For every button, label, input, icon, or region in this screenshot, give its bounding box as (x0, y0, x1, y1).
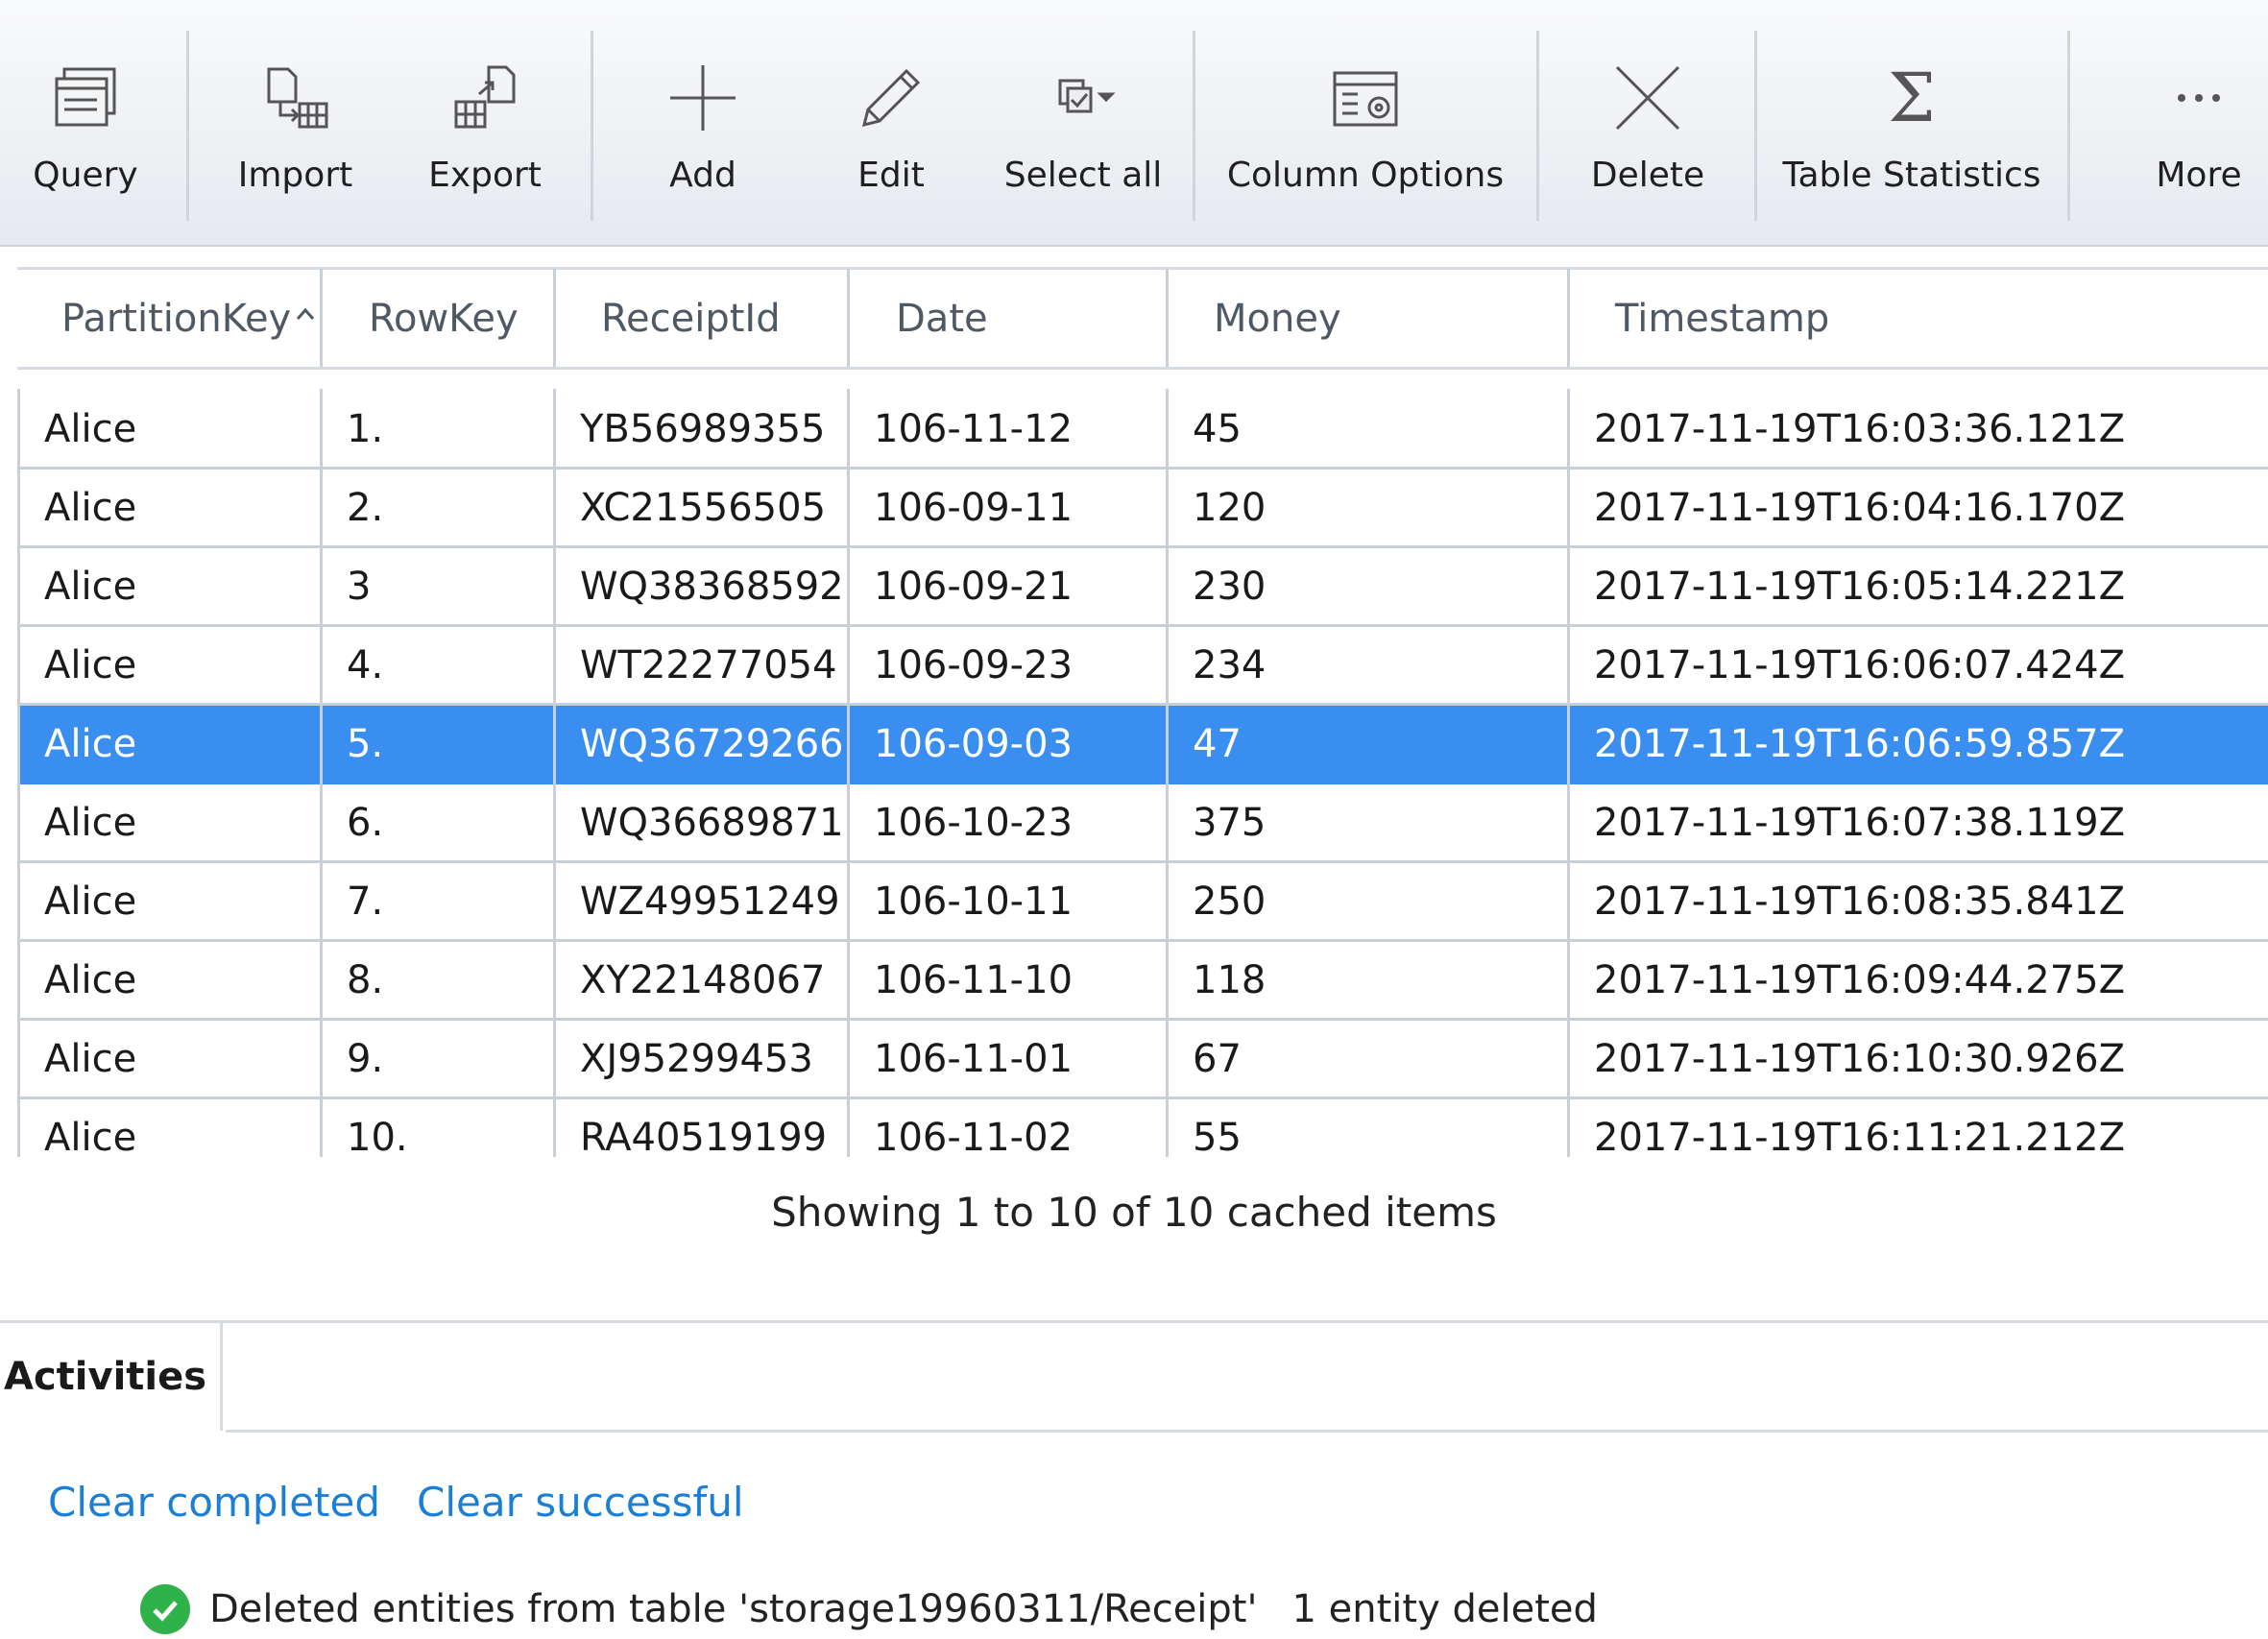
cell-partitionkey: Alice (44, 957, 137, 1002)
table-footer-status: Showing 1 to 10 of 10 cached items (771, 1189, 1497, 1236)
cell-rowkey: 4. (347, 642, 384, 687)
cell-partitionkey: Alice (44, 800, 137, 845)
activities-top-border (0, 1320, 2268, 1323)
table-row[interactable]: Alice 10. RA40519199 106-11-02 55 2017-11-19T… (17, 1099, 2268, 1157)
cell-rowkey: 6. (347, 800, 384, 845)
success-check-icon (140, 1584, 190, 1634)
cell-receiptid: WZ49951249 (580, 879, 840, 924)
cell-rowkey: 8. (347, 957, 384, 1002)
tab-activities-label: Activities (4, 1355, 207, 1399)
cell-money: 45 (1193, 406, 1242, 451)
activity-detail: 1 entity deleted (1291, 1587, 1598, 1631)
cell-timestamp: 2017-11-19T16:06:59.857Z (1594, 721, 2126, 766)
cell-receiptid: YB56989355 (580, 406, 826, 451)
cell-date: 106-09-21 (874, 564, 1074, 609)
table-row[interactable]: Alice 7. WZ49951249 106-10-11 250 2017-11-19T… (17, 863, 2268, 942)
table-body: Alice 1. YB56989355 106-11-12 45 2017-11-19T1… (0, 0, 2268, 1156)
table-row[interactable]: Alice 9. XJ95299453 106-11-01 67 2017-11-19T1… (17, 1021, 2268, 1099)
cell-rowkey: 7. (347, 879, 384, 924)
cell-partitionkey: Alice (44, 485, 137, 530)
cell-timestamp: 2017-11-19T16:03:36.121Z (1594, 406, 2126, 451)
table-row[interactable]: Alice 6. WQ36689871 106-10-23 375 2017-11-19T… (17, 784, 2268, 863)
clear-completed-link[interactable]: Clear completed (48, 1479, 380, 1526)
cell-date: 106-09-23 (874, 642, 1074, 687)
cell-partitionkey: Alice (44, 1036, 137, 1081)
cell-money: 375 (1193, 800, 1267, 845)
cell-receiptid: WQ38368592 (580, 564, 844, 609)
cell-receiptid: XJ95299453 (580, 1036, 813, 1081)
column-divider (1567, 389, 1570, 1157)
table-row[interactable]: Alice 4. WT22277054 106-09-23 234 2017-11-19T… (17, 627, 2268, 706)
cell-partitionkey: Alice (44, 1115, 137, 1157)
cell-date: 106-11-12 (874, 406, 1074, 451)
cell-money: 55 (1193, 1115, 1242, 1157)
cell-money: 47 (1193, 721, 1242, 766)
activity-entry: Deleted entities from table 'storage1996… (140, 1584, 1598, 1634)
cell-date: 106-11-10 (874, 957, 1074, 1002)
cell-date: 106-09-03 (874, 721, 1074, 766)
cell-money: 230 (1193, 564, 1267, 609)
cell-timestamp: 2017-11-19T16:11:21.212Z (1594, 1115, 2126, 1157)
cell-partitionkey: Alice (44, 879, 137, 924)
activity-message: Deleted entities from table 'storage1996… (209, 1587, 1258, 1631)
cell-receiptid: XC21556505 (580, 485, 827, 530)
cell-date: 106-09-11 (874, 485, 1074, 530)
cell-rowkey: 9. (347, 1036, 384, 1081)
cell-timestamp: 2017-11-19T16:06:07.424Z (1594, 642, 2126, 687)
cell-partitionkey: Alice (44, 642, 137, 687)
cell-rowkey: 3 (347, 564, 372, 609)
cell-timestamp: 2017-11-19T16:04:16.170Z (1594, 485, 2126, 530)
cell-timestamp: 2017-11-19T16:10:30.926Z (1594, 1036, 2126, 1081)
tab-activities[interactable]: Activities (0, 1323, 223, 1431)
cell-money: 234 (1193, 642, 1267, 687)
cell-rowkey: 2. (347, 485, 384, 530)
cell-money: 67 (1193, 1036, 1242, 1081)
cell-date: 106-11-01 (874, 1036, 1074, 1081)
cell-timestamp: 2017-11-19T16:07:38.119Z (1594, 800, 2126, 845)
cell-receiptid: RA40519199 (580, 1115, 828, 1157)
cell-rowkey: 5. (347, 721, 384, 766)
cell-money: 118 (1193, 957, 1267, 1002)
table-row[interactable]: Alice 1. YB56989355 106-11-12 45 2017-11-19T1… (17, 391, 2268, 470)
column-divider (553, 389, 556, 1157)
column-divider (320, 389, 323, 1157)
clear-successful-link[interactable]: Clear successful (417, 1479, 744, 1526)
column-divider (847, 389, 850, 1157)
cell-date: 106-10-23 (874, 800, 1074, 845)
cell-date: 106-11-02 (874, 1115, 1074, 1157)
cell-timestamp: 2017-11-19T16:08:35.841Z (1594, 879, 2126, 924)
cell-date: 106-10-11 (874, 879, 1074, 924)
cell-timestamp: 2017-11-19T16:05:14.221Z (1594, 564, 2126, 609)
column-divider (17, 389, 20, 1157)
cell-receiptid: XY22148067 (580, 957, 826, 1002)
activities-tab-underline (226, 1430, 2268, 1433)
cell-receiptid: WQ36689871 (580, 800, 844, 845)
table-row[interactable]: Alice 5. WQ36729266 106-09-03 47 2017-11-19T1… (17, 706, 2268, 784)
cell-partitionkey: Alice (44, 721, 137, 766)
cell-partitionkey: Alice (44, 406, 137, 451)
cell-money: 250 (1193, 879, 1267, 924)
table-row[interactable]: Alice 3 WQ38368592 106-09-21 230 2017-11-19T1… (17, 548, 2268, 627)
cell-partitionkey: Alice (44, 564, 137, 609)
cell-receiptid: WT22277054 (580, 642, 837, 687)
column-divider (1166, 389, 1169, 1157)
cell-timestamp: 2017-11-19T16:09:44.275Z (1594, 957, 2126, 1002)
cell-rowkey: 10. (347, 1115, 408, 1157)
table-row[interactable]: Alice 2. XC21556505 106-09-11 120 2017-11-19T… (17, 470, 2268, 548)
cell-rowkey: 1. (347, 406, 384, 451)
table-row[interactable]: Alice 8. XY22148067 106-11-10 118 2017-11-19T… (17, 942, 2268, 1021)
cell-receiptid: WQ36729266 (580, 721, 844, 766)
cell-money: 120 (1193, 485, 1267, 530)
